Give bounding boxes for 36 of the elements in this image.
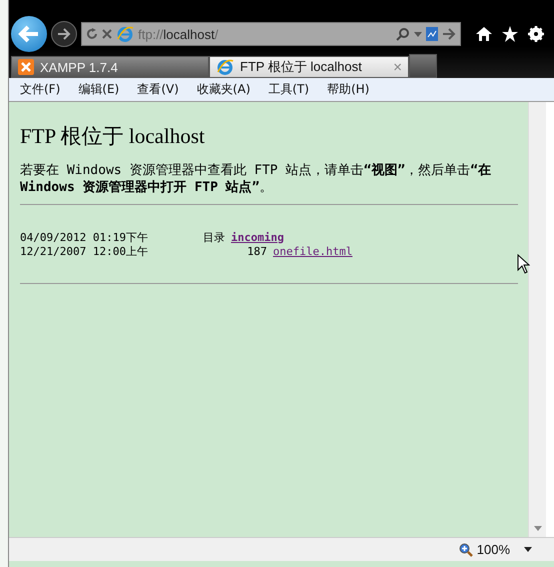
zoom-icon[interactable]	[458, 542, 473, 556]
mouse-pointer-icon	[517, 254, 530, 274]
menu-item[interactable]: 编辑(E)	[73, 81, 124, 98]
instruction-text: 若要在 Windows 资源管理器中查看此 FTP 站点，请单击“视图”，然后单击“在 Windows 资源管理器中打开 FTP 站点”。	[20, 162, 492, 196]
down-arrow-icon[interactable]	[534, 526, 542, 531]
xampp-logo-icon	[18, 59, 34, 75]
file-size: 187	[246, 245, 267, 259]
menu-item[interactable]: 工具(T)	[263, 81, 314, 98]
address-bar[interactable]: ftp://localhost/	[81, 22, 461, 46]
dropdown-arrow-icon[interactable]	[524, 547, 532, 552]
modified-date: 04/09/2012 01:19下午	[20, 231, 149, 245]
modified-date: 12/21/2007 12:00上午	[20, 245, 149, 259]
url-text: ftp://localhost/	[138, 26, 220, 42]
browser-logo-icon	[116, 25, 134, 43]
go-arrow-icon[interactable]	[442, 28, 456, 40]
browser-logo-icon	[216, 58, 234, 76]
menu-item[interactable]: 查看(V)	[132, 81, 184, 98]
browser-tab[interactable]: FTP 根位于 localhost ×	[209, 56, 409, 78]
home-icon[interactable]	[476, 26, 492, 42]
search-icon[interactable]	[396, 27, 410, 41]
star-icon[interactable]	[502, 26, 518, 42]
menu-item[interactable]: 文件(F)	[15, 81, 66, 98]
file-link[interactable]: onefile.html	[273, 245, 352, 259]
directory-label: 目录	[203, 231, 225, 245]
zoom-level[interactable]: 100%	[476, 542, 510, 557]
refresh-icon[interactable]	[86, 28, 98, 40]
menu-item[interactable]: 帮助(H)	[322, 81, 374, 98]
stop-icon[interactable]	[102, 29, 112, 39]
menu-item[interactable]: 收藏夹(A)	[192, 81, 256, 98]
page-title: FTP 根位于 localhost	[20, 123, 206, 150]
forward-button[interactable]	[51, 21, 77, 47]
back-button[interactable]	[11, 16, 47, 52]
settings-icon[interactable]	[528, 26, 544, 42]
right-arrow-icon[interactable]	[57, 28, 71, 40]
browser-tab[interactable]: XAMPP 1.7.4	[11, 56, 209, 78]
directory-link[interactable]: incoming	[231, 231, 284, 245]
